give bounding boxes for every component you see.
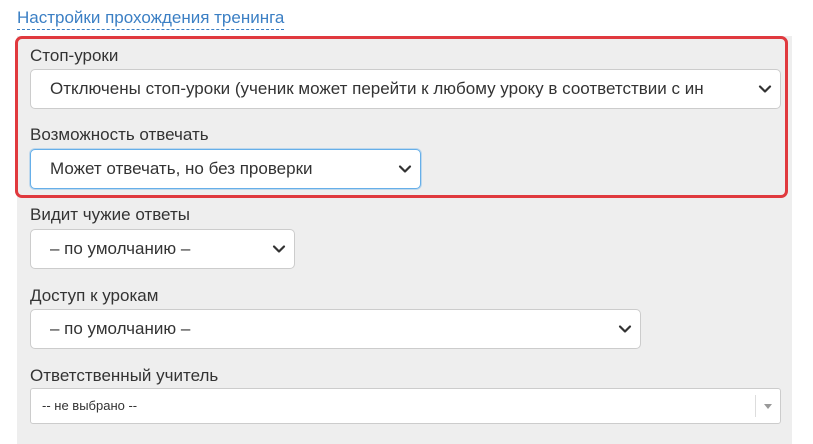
- responsible-teacher-value: -- не выбрано --: [42, 398, 138, 413]
- stop-lessons-value: Отключены стоп-уроки (ученик может перей…: [50, 79, 704, 98]
- chevron-down-icon: [618, 322, 632, 336]
- training-settings-link[interactable]: Настройки прохождения тренинга: [17, 8, 285, 30]
- responsible-teacher-select[interactable]: -- не выбрано --: [30, 388, 781, 424]
- triangle-down-icon: [764, 404, 772, 409]
- stop-lessons-select[interactable]: Отключены стоп-уроки (ученик может перей…: [30, 69, 781, 109]
- chevron-down-icon: [398, 162, 412, 176]
- answer-ability-select[interactable]: Может отвечать, но без проверки: [30, 149, 421, 189]
- see-others-answers-label: Видит чужие ответы: [30, 205, 190, 224]
- training-settings-page: Настройки прохождения тренинга Стоп-урок…: [0, 0, 813, 444]
- lesson-access-value: – по умолчанию –: [50, 319, 191, 338]
- chevron-down-icon: [758, 82, 772, 96]
- answer-ability-label: Возможность отвечать: [30, 125, 209, 144]
- stop-lessons-label: Стоп-уроки: [30, 46, 119, 65]
- responsible-teacher-label: Ответственный учитель: [30, 366, 219, 385]
- see-others-answers-value: – по умолчанию –: [50, 239, 191, 258]
- lesson-access-select[interactable]: – по умолчанию –: [30, 309, 641, 349]
- select-divider: [755, 395, 756, 417]
- lesson-access-label: Доступ к урокам: [30, 286, 159, 305]
- answer-ability-value: Может отвечать, но без проверки: [50, 159, 313, 178]
- see-others-answers-select[interactable]: – по умолчанию –: [30, 229, 295, 269]
- chevron-down-icon: [272, 242, 286, 256]
